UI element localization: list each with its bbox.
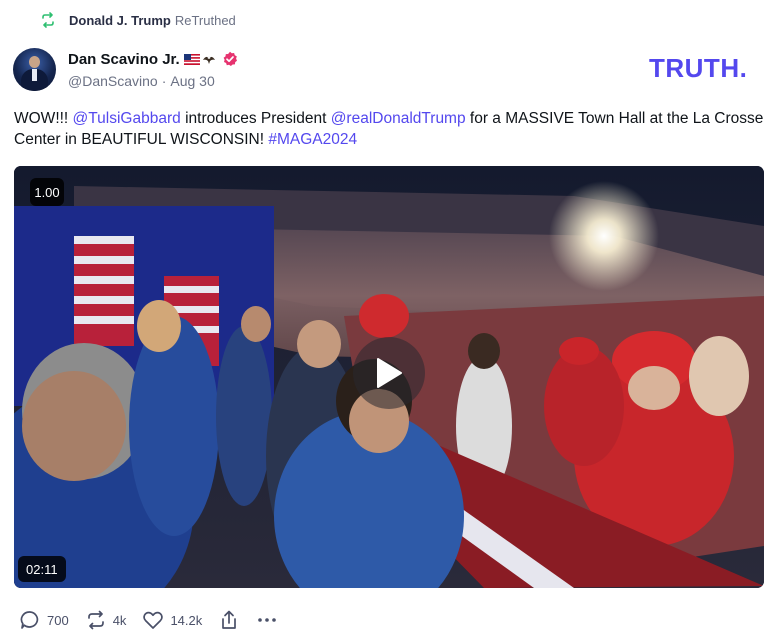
retruth-button[interactable]: 4k xyxy=(85,609,127,631)
reply-count: 700 xyxy=(47,612,69,628)
post-text-segment: introduces President xyxy=(180,110,331,127)
mention-link[interactable]: @TulsiGabbard xyxy=(73,110,181,127)
meta-separator: · xyxy=(161,73,167,89)
hashtag-link[interactable]: #MAGA2024 xyxy=(268,131,357,148)
play-icon xyxy=(377,358,402,388)
more-icon xyxy=(258,618,277,622)
eagle-icon xyxy=(202,56,215,64)
share-button[interactable] xyxy=(218,609,240,631)
post-date[interactable]: Aug 30 xyxy=(170,73,214,89)
post-author: Dan Scavino Jr. @DanScavino · Aug 30 xyxy=(13,46,238,92)
mention-link[interactable]: @realDonaldTrump xyxy=(331,110,466,127)
us-flag-icon xyxy=(183,53,200,65)
video-duration: 02:11 xyxy=(18,556,66,582)
retruth-header: Donald J. Trump ReTruthed xyxy=(40,10,236,30)
like-button[interactable]: 14.2k xyxy=(142,609,202,631)
post-actions: 700 4k 14.2k xyxy=(19,608,294,632)
play-button[interactable] xyxy=(353,337,425,409)
author-display-name[interactable]: Dan Scavino Jr. xyxy=(68,51,180,68)
retruth-icon xyxy=(42,12,54,28)
post-body: WOW!!! @TulsiGabbard introduces Presiden… xyxy=(14,108,764,150)
video-player[interactable]: 1.00 02:11 xyxy=(14,166,764,588)
like-count: 14.2k xyxy=(170,612,203,628)
heart-icon xyxy=(143,611,164,629)
avatar[interactable] xyxy=(13,47,56,91)
truth-logo: TRUTH. xyxy=(649,56,747,80)
verified-badge-icon xyxy=(223,51,237,66)
reply-button[interactable]: 700 xyxy=(19,609,69,631)
retruth-author-name[interactable]: Donald J. Trump xyxy=(69,13,171,28)
post-text-segment: WOW!!! xyxy=(14,110,73,127)
retruth-icon xyxy=(87,610,104,630)
more-options-button[interactable] xyxy=(256,609,278,631)
retruth-label: ReTruthed xyxy=(174,12,236,28)
reply-icon xyxy=(20,611,39,629)
author-handle[interactable]: @DanScavino xyxy=(68,73,158,89)
retruth-count: 4k xyxy=(112,612,127,628)
playback-speed-badge[interactable]: 1.00 xyxy=(30,178,64,206)
share-icon xyxy=(222,610,237,629)
truth-logo-text: TRUTH. xyxy=(649,56,747,80)
